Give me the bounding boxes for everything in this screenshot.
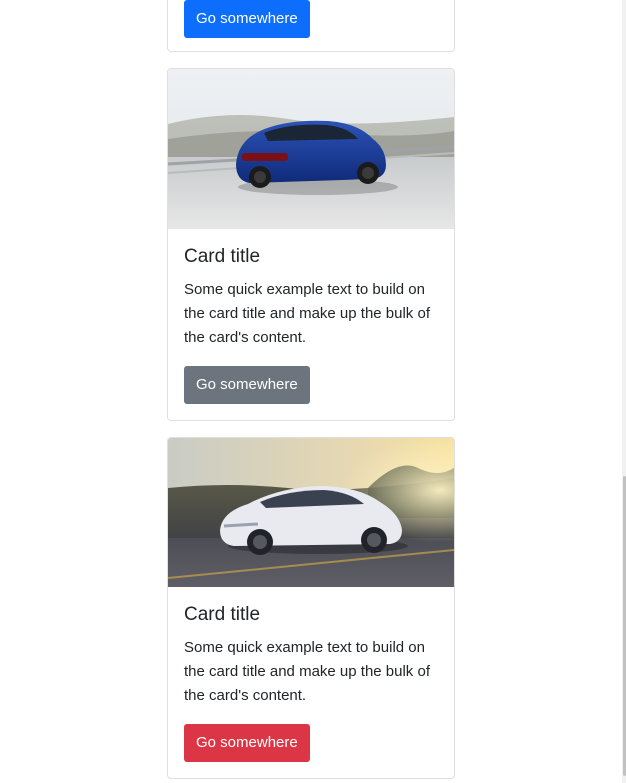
card-2: Card title Some quick example text to bu… bbox=[167, 68, 455, 421]
card-3-title: Card title bbox=[184, 604, 261, 625]
card-2-go-button[interactable]: Go somewhere bbox=[184, 366, 310, 404]
card-2-body: Card title Some quick example text to bu… bbox=[168, 229, 454, 420]
card-3: Card title Some quick example text to bu… bbox=[167, 437, 455, 779]
card-1-go-button[interactable]: Go somewhere bbox=[184, 0, 310, 38]
card-3-body: Card title Some quick example text to bu… bbox=[168, 587, 454, 778]
white-car-photo bbox=[168, 438, 454, 587]
scrollbar-track[interactable] bbox=[622, 0, 626, 783]
card-2-text: Some quick example text to build on the … bbox=[184, 281, 430, 346]
card-2-title: Card title bbox=[184, 246, 261, 267]
blue-car-photo bbox=[168, 69, 454, 229]
page-viewport: Go somewhere Card title Some quick examp… bbox=[0, 0, 626, 783]
card-3-go-button[interactable]: Go somewhere bbox=[184, 724, 310, 762]
card-2-image bbox=[168, 69, 454, 229]
card-1: Go somewhere bbox=[167, 0, 455, 52]
card-3-image bbox=[168, 438, 454, 587]
card-3-text: Some quick example text to build on the … bbox=[184, 639, 430, 704]
card-column: Go somewhere Card title Some quick examp… bbox=[167, 0, 455, 783]
card-1-body: Go somewhere bbox=[168, 0, 454, 51]
